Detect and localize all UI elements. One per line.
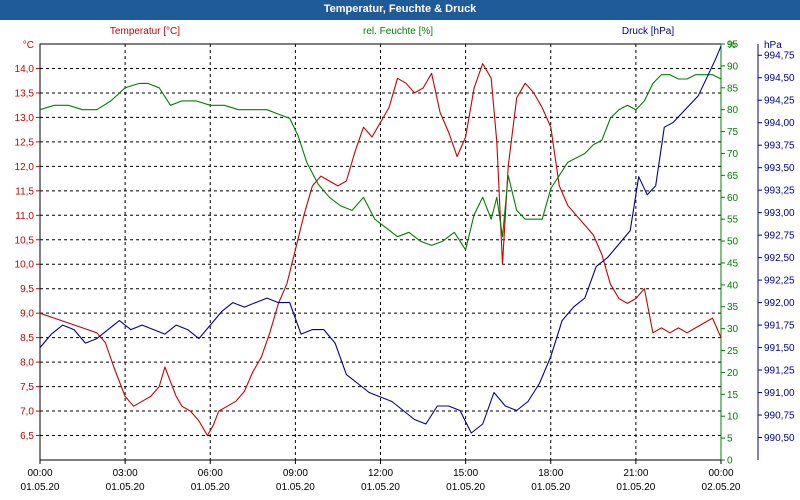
hum-tick-label: 75 <box>727 127 739 138</box>
x-tick-label-date: 01.05.20 <box>276 482 315 493</box>
temp-tick-label: 8,0 <box>20 358 34 369</box>
press-tick-label: 993,25 <box>764 186 795 197</box>
press-tick-label: 992,50 <box>764 253 795 264</box>
temp-tick-label: 12,0 <box>15 162 35 173</box>
x-tick-label-date: 01.05.20 <box>191 482 230 493</box>
temp-tick-label: 13,0 <box>15 113 35 124</box>
x-tick-label-date: 01.05.20 <box>446 482 485 493</box>
press-unit-label: hPa <box>764 40 782 51</box>
x-tick-label-date: 01.05.20 <box>616 482 655 493</box>
temp-tick-label: 12,5 <box>15 137 35 148</box>
hum-unit-label: % <box>727 40 736 51</box>
press-tick-label: 991,00 <box>764 388 795 399</box>
press-tick-label: 993,00 <box>764 208 795 219</box>
hum-tick-label: 90 <box>727 61 739 72</box>
x-tick-label-time: 15:00 <box>453 468 478 479</box>
press-tick-label: 994,50 <box>764 73 795 84</box>
press-axis-title: Druck [hPa] <box>622 26 674 37</box>
press-tick-label: 990,50 <box>764 433 795 444</box>
hum-tick-label: 45 <box>727 258 739 269</box>
x-tick-label-date: 01.05.20 <box>21 482 60 493</box>
press-tick-label: 992,25 <box>764 276 795 287</box>
temp-tick-label: 9,0 <box>20 309 34 320</box>
hum-tick-label: 35 <box>727 302 739 313</box>
temp-tick-label: 7,0 <box>20 407 34 418</box>
press-tick-label: 993,50 <box>764 163 795 174</box>
temp-tick-label: 6,5 <box>20 431 34 442</box>
press-tick-label: 991,75 <box>764 321 795 332</box>
x-tick-label-time: 21:00 <box>623 468 648 479</box>
hum-tick-label: 70 <box>727 149 739 160</box>
hum-tick-label: 85 <box>727 83 739 94</box>
temp-tick-label: 7,5 <box>20 382 34 393</box>
temp-tick-label: 10,0 <box>15 260 35 271</box>
temp-tick-label: 11,0 <box>15 211 34 222</box>
x-tick-label-time: 09:00 <box>283 468 308 479</box>
temp-tick-label: 14,0 <box>15 64 35 75</box>
press-tick-label: 994,75 <box>764 51 795 62</box>
press-tick-label: 994,00 <box>764 118 795 129</box>
hum-tick-label: 60 <box>727 193 739 204</box>
x-tick-label-time: 12:00 <box>368 468 393 479</box>
hum-tick-label: 15 <box>727 390 739 401</box>
x-tick-label-time: 00:00 <box>27 468 52 479</box>
x-tick-label-time: 18:00 <box>538 468 563 479</box>
x-tick-label-time: 06:00 <box>198 468 223 479</box>
hum-tick-label: 30 <box>727 324 739 335</box>
x-tick-label-date: 02.05.20 <box>702 482 741 493</box>
hum-axis-title: rel. Feuchte [%] <box>363 26 433 37</box>
x-tick-label-date: 01.05.20 <box>361 482 400 493</box>
hum-tick-label: 40 <box>727 280 739 291</box>
press-tick-label: 994,25 <box>764 96 795 107</box>
hum-tick-label: 80 <box>727 105 739 116</box>
hum-tick-label: 10 <box>727 412 739 423</box>
press-tick-label: 992,00 <box>764 298 795 309</box>
press-tick-label: 991,25 <box>764 366 795 377</box>
hum-tick-label: 20 <box>727 368 739 379</box>
temp-tick-label: 13,5 <box>15 88 35 99</box>
hum-tick-label: 50 <box>727 237 739 248</box>
hum-tick-label: 0 <box>727 456 733 467</box>
hum-tick-label: 55 <box>727 215 739 226</box>
press-tick-label: 993,75 <box>764 141 795 152</box>
hum-tick-label: 5 <box>727 434 733 445</box>
x-tick-label-time: 03:00 <box>113 468 138 479</box>
temp-unit-label: °C <box>23 40 34 51</box>
temp-tick-label: 8,5 <box>20 333 34 344</box>
temp-tick-label: 9,5 <box>20 284 34 295</box>
chart-title: Temperatur, Feuchte & Druck <box>0 0 800 20</box>
x-tick-label-date: 01.05.20 <box>106 482 145 493</box>
temp-tick-label: 11,5 <box>15 186 34 197</box>
line-chart: 00:00 01.05.20 03:00 01.05.20 06:00 01.05.20 0… <box>15 26 795 493</box>
x-tick-label-date: 01.05.20 <box>531 482 570 493</box>
temp-tick-label: 10,5 <box>15 235 35 246</box>
press-tick-label: 991,50 <box>764 343 795 354</box>
hum-tick-label: 65 <box>727 171 739 182</box>
press-tick-label: 990,75 <box>764 411 795 422</box>
hum-tick-label: 25 <box>727 346 739 357</box>
press-tick-label: 992,75 <box>764 231 795 242</box>
temp-axis-title: Temperatur [°C] <box>110 26 180 37</box>
x-tick-label-time: 00:00 <box>708 468 733 479</box>
